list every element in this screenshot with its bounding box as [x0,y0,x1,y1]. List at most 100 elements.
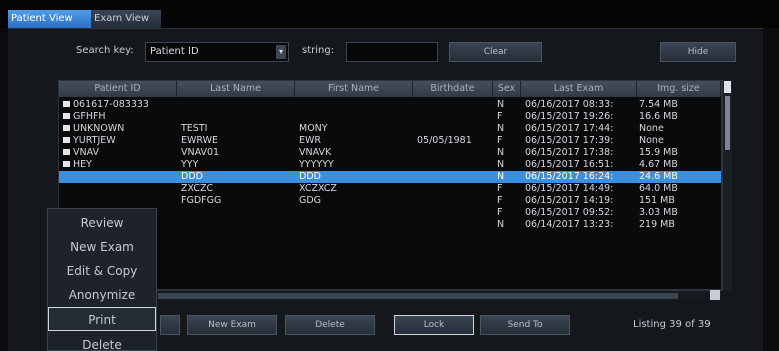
cell-exam: 06/15/2017 17:44: [525,123,614,134]
cell-birth [417,207,493,219]
cell-first [299,219,411,231]
menu-item-edit-copy[interactable]: Edit & Copy [48,259,156,283]
cell-id: YURTJEW [73,135,116,146]
cell-sex: F [497,111,503,122]
cell-sex: N [497,147,505,158]
string-label: string: [302,45,335,56]
vertical-scrollbar[interactable] [722,80,732,290]
cell-id [73,195,177,207]
scroll-corner [710,290,720,300]
column-header-sex[interactable]: Sex [493,81,521,97]
delete-button[interactable]: Delete [285,315,375,335]
column-header-last-name[interactable]: Last Name [177,81,295,97]
cell-first: YYYYYY [299,159,334,170]
column-header-img-size[interactable]: Img. size [637,81,721,97]
table-row[interactable]: HEY YYY YYYYYY N 06/15/2017 16:51: 4.67 MB [59,159,721,171]
cell-size: 24.6 MB [639,171,678,182]
search-row: Search key: Patient ID ▾ string: Clear H… [0,40,779,64]
table-row[interactable]: VNAV VNAV01 VNAVK N 06/15/2017 17:38: 15.9 MB [59,147,721,159]
new-exam-button[interactable]: New Exam [187,315,277,335]
scroll-up-icon[interactable] [724,81,731,93]
cell-last [181,111,293,123]
folder-icon [63,137,70,143]
table-row[interactable]: N 06/14/2017 13:23: 219 MB [59,219,721,231]
menu-item-delete[interactable]: Delete [48,333,156,351]
menu-item-new-exam[interactable]: New Exam [48,235,156,259]
patient-table[interactable]: Patient ID Last Name First Name Birthdat… [58,80,722,290]
cell-sex: F [497,135,503,146]
tab-patient-view[interactable]: Patient View [8,10,91,28]
hide-button[interactable]: Hide [660,42,736,62]
menu-item-anonymize[interactable]: Anonymize [48,283,156,307]
cell-size: 4.67 MB [639,159,678,170]
dropdown-arrow-icon[interactable]: ▾ [276,45,286,59]
search-key-value: Patient ID [150,46,199,57]
cell-first: VNAVK [299,147,332,158]
folder-icon [63,113,70,119]
cell-birth [417,159,493,171]
cell-id: 061617-083333 [73,99,149,110]
tab-exam-view[interactable]: Exam View [91,10,161,28]
menu-item-print[interactable]: Print [48,307,156,331]
table-row[interactable]: FGDFGG GDG F 06/15/2017 14:19: 151 MB [59,195,721,207]
cell-size: 7.54 MB [639,99,678,110]
cell-sex: F [497,195,503,206]
search-key-label: Search key: [76,45,134,56]
search-string-input[interactable] [346,42,438,62]
cell-size: 64.0 MB [639,183,678,194]
context-menu: Review New Exam Edit & Copy Anonymize Pr… [47,208,157,351]
folder-icon [63,101,70,107]
column-header-last-exam[interactable]: Last Exam [521,81,637,97]
cell-exam: 06/15/2017 16:51: [525,159,614,170]
table-row[interactable]: F 06/15/2017 09:52: 3.03 MB [59,207,721,219]
cell-id: HEY [73,159,92,170]
lock-button[interactable]: Lock [394,315,474,335]
clear-button[interactable]: Clear [449,42,542,62]
cell-last: EWRWE [181,135,219,146]
review-button-partial[interactable] [160,315,180,335]
cell-sex: N [497,159,505,170]
column-header-birthdate[interactable]: Birthdate [413,81,493,97]
cell-birth [417,195,493,207]
table-row[interactable]: YURTJEW EWRWE EWR 05/05/1981 F 06/15/2017 17:… [59,135,721,147]
h-scroll-thumb[interactable] [158,293,678,299]
cell-exam: 06/16/2017 08:33: [525,99,614,110]
cell-id [73,183,177,195]
cell-birth [417,123,493,135]
cell-last: VNAV01 [181,147,220,158]
table-row[interactable]: GFHFH F 06/15/2017 19:26: 16.6 MB [59,111,721,123]
cell-birth [417,147,493,159]
table-row[interactable]: UNKNOWN TESTI MONY N 06/15/2017 17:44: None [59,123,721,135]
cell-exam: 06/15/2017 14:19: [525,195,614,206]
scroll-thumb[interactable] [725,96,730,150]
cell-sex: F [497,207,503,218]
cell-first [299,111,411,123]
cell-first: GDG [299,195,322,206]
cell-exam: 06/15/2017 17:38: [525,147,614,158]
cell-first: DDD [299,171,321,182]
cell-first: EWR [299,135,321,146]
menu-item-review[interactable]: Review [48,211,156,235]
cell-last: ZXCZC [181,183,214,194]
cell-last [181,219,293,231]
table-row[interactable]: 061617-083333 N 06/16/2017 08:33: 7.54 MB [59,99,721,111]
cell-exam: 06/15/2017 09:52: [525,207,614,218]
cell-size: None [639,135,664,146]
cell-last: YYY [181,159,199,170]
cell-size: 15.9 MB [639,147,678,158]
cell-exam: 06/15/2017 14:49: [525,183,614,194]
send-to-button[interactable]: Send To [480,315,570,335]
column-header-patient-id[interactable]: Patient ID [59,81,177,97]
search-key-select[interactable]: Patient ID ▾ [145,42,289,62]
cell-size: 3.03 MB [639,207,678,218]
folder-icon [63,125,70,131]
cell-size: 219 MB [639,219,675,230]
horizontal-scrollbar[interactable] [58,290,722,300]
cell-id: GFHFH [73,111,106,122]
table-row[interactable]: DDD DDD N 06/15/2017 16:24: 24.6 MB [59,171,721,183]
cell-sex: N [497,219,505,230]
cell-first: MONY [299,123,328,134]
table-row[interactable]: ZXCZC XCZXCZ F 06/15/2017 14:49: 64.0 MB [59,183,721,195]
cell-id: UNKNOWN [73,123,125,134]
column-header-first-name[interactable]: First Name [295,81,413,97]
